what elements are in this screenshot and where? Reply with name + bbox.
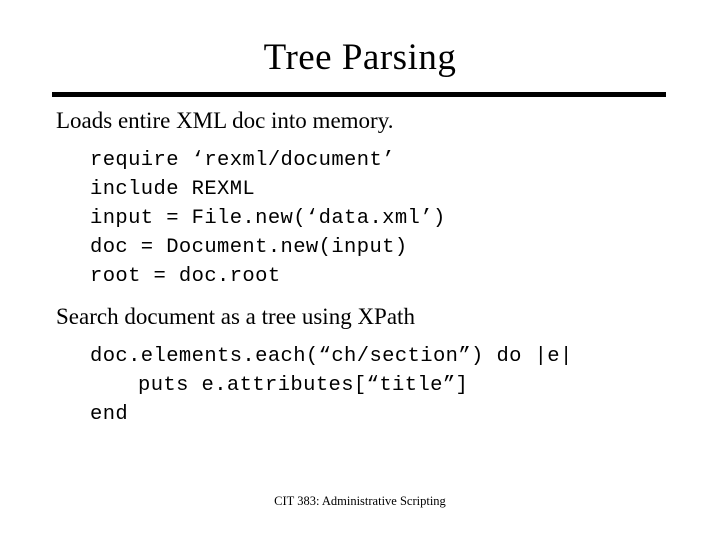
bullet-search-xpath: Search document as a tree using XPath: [56, 304, 415, 329]
code-line-doc: doc = Document.new(input): [90, 236, 408, 259]
code-line-include: include REXML: [90, 178, 256, 201]
code-line-input: input = File.new(‘data.xml’): [90, 207, 446, 230]
page-title: Tree Parsing: [263, 37, 457, 78]
code-line-require: require ‘rexml/document’: [90, 149, 395, 172]
slide-footer: CIT 383: Administrative Scripting: [274, 494, 446, 508]
slide: Tree Parsing Loads entire XML doc into m…: [0, 0, 720, 540]
code-line-puts: puts e.attributes[“title”]: [138, 374, 469, 397]
title-divider: [52, 92, 666, 97]
code-line-root: root = doc.root: [90, 265, 281, 288]
slide-body: Loads entire XML doc into memory. requir…: [0, 106, 720, 429]
code-line-end: end: [90, 403, 129, 426]
bullet-loads-xml: Loads entire XML doc into memory.: [56, 108, 394, 133]
code-line-each: doc.elements.each(“ch/section”) do |e|: [90, 345, 573, 368]
